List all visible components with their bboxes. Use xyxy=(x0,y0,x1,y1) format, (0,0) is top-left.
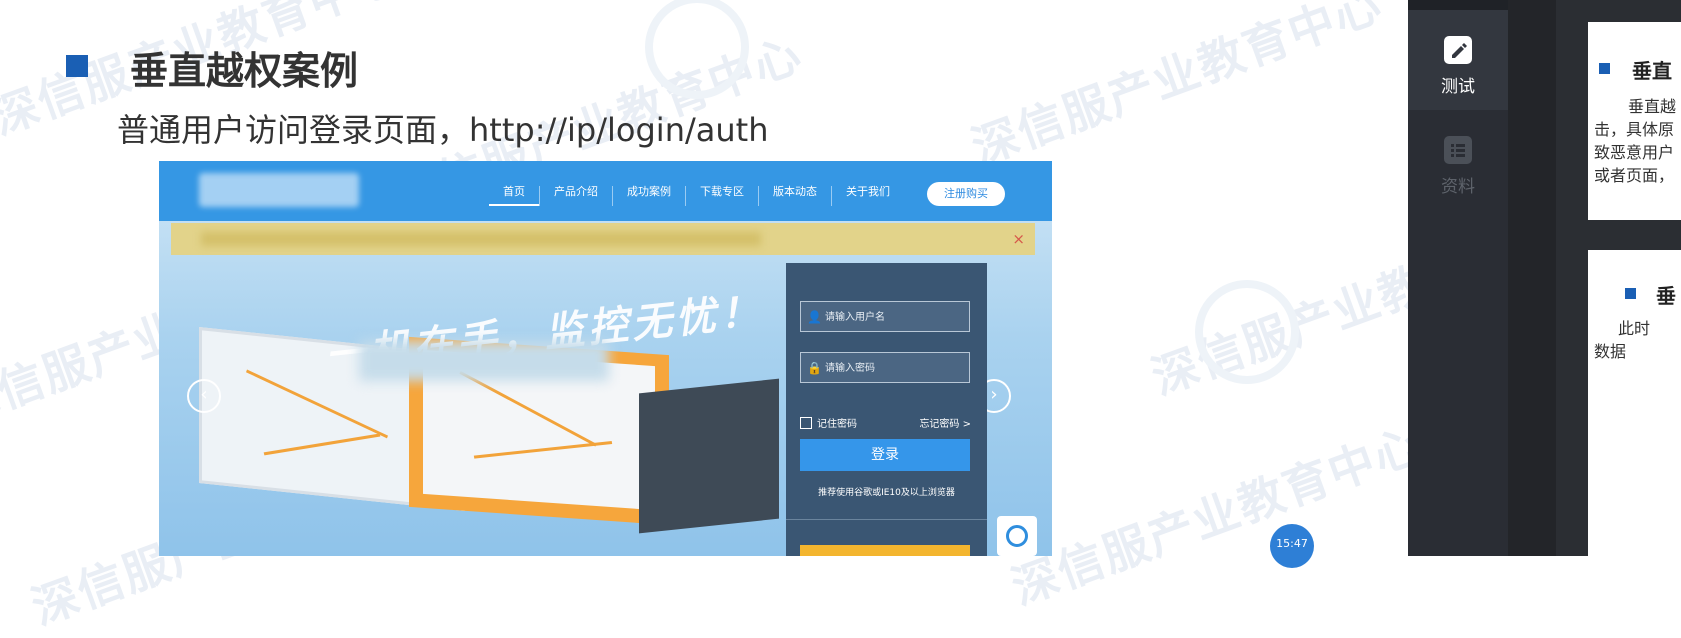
sidebar-item-label: 资料 xyxy=(1441,177,1475,197)
watermark-logo xyxy=(645,0,749,99)
divider xyxy=(786,519,987,520)
sidebar-item-test[interactable]: 测试 xyxy=(1408,10,1508,110)
site-navbar: 首页 产品介绍 成功案例 下载专区 版本动态 关于我们 注册购买 xyxy=(159,161,1052,221)
timer-badge: 15:47 xyxy=(1270,524,1314,568)
thumbnail-text: 数据 xyxy=(1594,342,1627,361)
site-nav-products[interactable]: 产品介绍 xyxy=(539,186,612,206)
notice-bar: × xyxy=(171,223,1035,255)
site-nav-cases[interactable]: 成功案例 xyxy=(612,186,685,206)
thumbnail-text: 垂直越 xyxy=(1628,97,1677,116)
lock-icon: 🔒 xyxy=(807,361,822,375)
password-field[interactable]: 🔒 请输入密码 xyxy=(800,352,970,383)
document-list-icon xyxy=(1444,136,1472,164)
password-placeholder: 请输入密码 xyxy=(825,363,875,374)
chat-icon xyxy=(1006,525,1028,547)
site-nav-downloads[interactable]: 下载专区 xyxy=(685,186,758,206)
watermark: 深信服产业教育中心 xyxy=(964,0,1390,176)
login-panel: 👤 请输入用户名 🔒 请输入密码 记住密码 忘记密码 > 登录 推荐使用谷歌或I… xyxy=(786,263,987,556)
thumbnail-text: 击，具体原 xyxy=(1594,120,1675,139)
thumbnail-bullet xyxy=(1625,288,1636,299)
embedded-site-screenshot: 首页 产品介绍 成功案例 下载专区 版本动态 关于我们 注册购买 × 一机在手，… xyxy=(159,161,1052,556)
carousel-prev-icon[interactable]: ‹ xyxy=(187,379,221,413)
title-bullet xyxy=(66,55,88,77)
user-icon: 👤 xyxy=(807,310,822,324)
right-sidebar: 测试 资料 xyxy=(1408,0,1508,556)
remember-label: 记住密码 xyxy=(817,419,857,430)
login-button[interactable]: 登录 xyxy=(800,439,970,471)
thumbnail-title: 垂 xyxy=(1656,284,1676,308)
thumbnail-title: 垂直 xyxy=(1632,59,1672,83)
close-icon[interactable]: × xyxy=(1012,230,1025,248)
username-placeholder: 请输入用户名 xyxy=(825,312,885,323)
sidebar-top xyxy=(1408,0,1508,10)
site-nav-home[interactable]: 首页 xyxy=(489,186,539,206)
slide: 深信服产业教育中心 深信服产业教育中心 深信服产业教育中心 深信服产业教育中心 … xyxy=(0,0,1569,635)
panel-gap xyxy=(1508,0,1556,556)
register-button[interactable]: 注册购买 xyxy=(927,182,1005,206)
chat-float-button[interactable] xyxy=(997,516,1037,556)
notice-text-blurred xyxy=(201,232,761,246)
sidebar-item-label: 测试 xyxy=(1441,77,1475,97)
username-field[interactable]: 👤 请输入用户名 xyxy=(800,301,970,332)
thumbnail-card[interactable]: 垂 此时 数据 xyxy=(1588,250,1681,556)
edit-icon xyxy=(1444,36,1472,64)
site-logo xyxy=(199,173,359,207)
sidebar-item-materials[interactable]: 资料 xyxy=(1408,110,1508,210)
remember-password-checkbox[interactable]: 记住密码 xyxy=(800,415,857,430)
monitor-image xyxy=(639,378,779,534)
slide-thumbnail-strip: 垂直 垂直越 击，具体原 致恶意用户 或者页面， 垂 此时 数据 xyxy=(1556,0,1681,556)
thumbnail-bullet xyxy=(1599,63,1610,74)
hero-blur xyxy=(359,341,609,381)
browser-tip: 推荐使用谷歌或IE10及以上浏览器 xyxy=(818,488,955,498)
forgot-password-link[interactable]: 忘记密码 > xyxy=(919,415,971,430)
slide-subtitle: 普通用户访问登录页面，http://ip/login/auth xyxy=(117,111,769,149)
thumbnail-text: 或者页面， xyxy=(1594,166,1675,185)
checkbox-icon xyxy=(800,416,812,429)
site-nav-versions[interactable]: 版本动态 xyxy=(758,186,831,206)
watermark: 深信服产业教育中心 xyxy=(1004,416,1430,616)
thumbnail-text: 此时 xyxy=(1618,319,1651,338)
thumbnail-text: 致恶意用户 xyxy=(1594,143,1675,162)
login-panel-bottom-button[interactable] xyxy=(800,545,970,556)
slide-title: 垂直越权案例 xyxy=(130,49,359,93)
watermark-logo xyxy=(1195,280,1299,384)
thumbnail-card[interactable]: 垂直 垂直越 击，具体原 致恶意用户 或者页面， xyxy=(1588,22,1681,220)
site-nav-about[interactable]: 关于我们 xyxy=(831,186,904,206)
